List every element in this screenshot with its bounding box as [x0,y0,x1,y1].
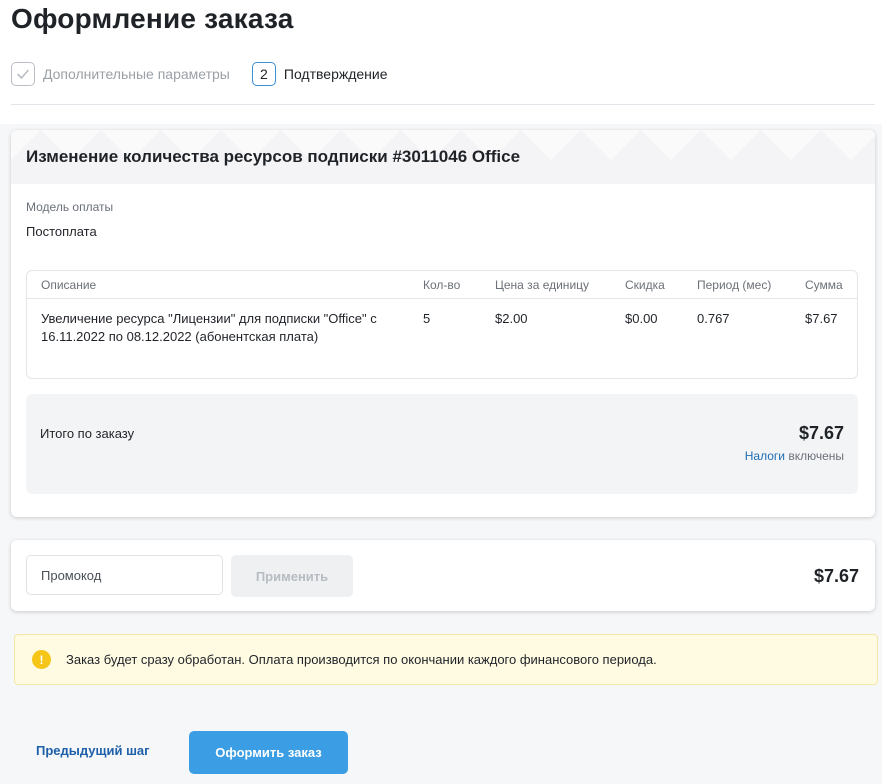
order-total-box: Итого по заказу $7.67 Налоги включены [26,394,858,494]
row-description: Увеличение ресурса "Лицензии" для подпис… [41,311,377,344]
previous-step-link[interactable]: Предыдущий шаг [36,743,150,758]
tax-included-text: включены [784,449,844,463]
column-header-sum: Сумма [805,278,843,292]
check-icon [17,69,29,79]
info-icon: ! [32,650,51,669]
row-sum: $7.67 [805,311,838,326]
tax-info: Налоги включены [745,449,844,463]
apply-promo-button[interactable]: Применить [231,555,353,597]
order-steps: Дополнительные параметры 2 Подтверждение [11,60,388,88]
payment-model-label: Модель оплаты [26,200,114,214]
taxes-link[interactable]: Налоги [745,449,785,463]
order-total-value: $7.67 [798,423,844,443]
promo-card: Применить $7.67 [11,540,875,611]
table-header-divider [27,298,857,299]
row-discount: $0.00 [625,311,658,326]
column-header-description: Описание [41,278,97,292]
page-title: Оформление заказа [11,3,294,34]
order-card: Изменение количества ресурсов подписки #… [11,130,875,517]
step-number-badge: 2 [251,62,276,86]
order-items-table: Описание Кол-во Цена за единицу Скидка П… [26,270,858,379]
info-notice: ! Заказ будет сразу обработан. Оплата пр… [14,634,878,685]
column-header-unit-price: Цена за единицу [495,278,590,292]
row-quantity: 5 [423,311,431,326]
column-header-discount: Скидка [625,278,665,292]
step-label-confirmation: Подтверждение [283,66,388,82]
order-total-label: Итого по заказу [40,426,135,441]
order-card-title: Изменение количества ресурсов подписки #… [11,130,875,184]
column-header-period: Период (мес) [697,278,772,292]
submit-order-button[interactable]: Оформить заказ [189,731,348,774]
payment-model-value: Постоплата [26,224,97,239]
promo-code-input[interactable] [26,555,223,595]
row-period: 0.767 [697,311,730,326]
row-unit-price: $2.00 [495,311,528,326]
promo-total-value: $7.67 [813,566,859,586]
column-header-quantity: Кол-во [423,278,461,292]
steps-divider [11,104,875,105]
notice-text: Заказ будет сразу обработан. Оплата прои… [66,652,657,667]
step-label-additional-params[interactable]: Дополнительные параметры [43,66,230,82]
step-done-checkbox [11,62,35,86]
